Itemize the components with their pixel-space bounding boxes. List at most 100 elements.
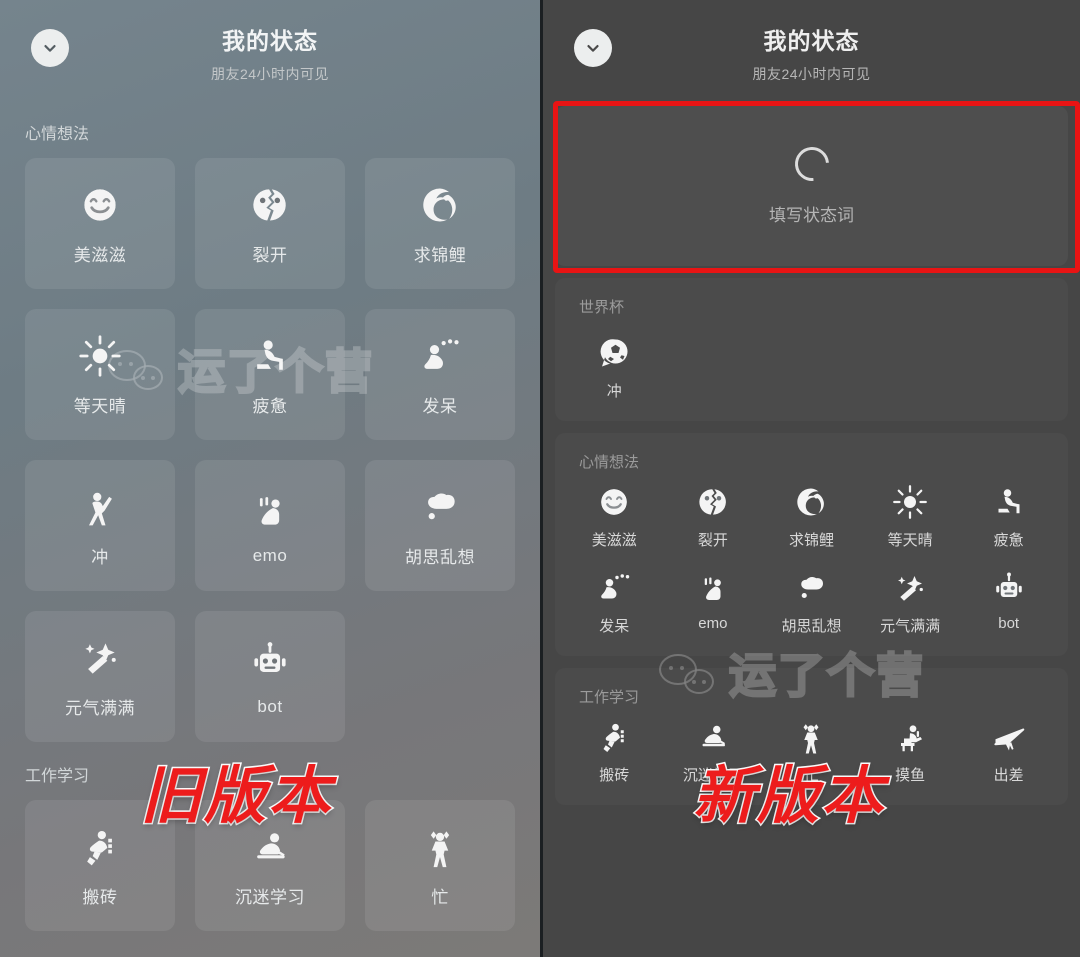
worldcup-group-label: 世界杯 — [579, 299, 625, 316]
status-option-label: 元气满满 — [880, 618, 941, 635]
status-option-label: 元气满满 — [65, 699, 135, 718]
robot-icon — [991, 566, 1027, 606]
old-section-label-mood: 心情想法 — [25, 126, 90, 143]
status-option-label: 疲惫 — [252, 397, 288, 416]
crouching-person-icon — [695, 566, 731, 606]
status-option-label: 搬砖 — [599, 767, 630, 784]
airplane-icon — [991, 715, 1027, 755]
status-option-item[interactable]: 摸鱼 — [861, 715, 960, 785]
old-title-block: 我的状态 朋友24小时内可见 — [0, 0, 540, 84]
tired-person-icon — [991, 480, 1027, 520]
status-option-item[interactable]: 胡思乱想 — [762, 566, 861, 636]
status-option-item[interactable]: 美滋滋 — [565, 480, 664, 550]
status-option-label: 冲 — [606, 383, 622, 400]
mood-group-label: 心情想法 — [579, 454, 640, 471]
studying-person-icon — [248, 823, 292, 869]
status-option-card[interactable]: 求锦鲤 — [365, 158, 515, 289]
thought-cloud-icon — [418, 483, 462, 529]
status-option-card[interactable]: 等天晴 — [25, 309, 175, 440]
status-option-label: 等天晴 — [887, 532, 933, 549]
cracked-face-icon — [248, 181, 292, 227]
old-version-panel: 我的状态 朋友24小时内可见 心情想法 美滋滋 裂开 求锦鲤等天晴 疲惫 发呆冲 emo 胡… — [0, 0, 540, 957]
work-group: 工作学习 搬砖 沉迷学习 忙 摸鱼 出差 — [555, 668, 1068, 805]
koi-fish-icon — [418, 181, 462, 227]
status-option-card[interactable]: 忙 — [365, 800, 515, 931]
status-option-item[interactable]: 求锦鲤 — [762, 480, 861, 550]
status-option-card[interactable]: 美滋滋 — [25, 158, 175, 289]
new-version-panel: 我的状态 朋友24小时内可见 填写状态词 世界杯 冲 心情想法 美滋滋 裂开 求锦鲤… — [540, 0, 1080, 957]
status-option-item[interactable]: 沉迷学习 — [664, 715, 763, 785]
status-option-card[interactable]: bot — [195, 611, 345, 742]
status-option-label: 出差 — [993, 767, 1024, 784]
status-option-card[interactable]: 发呆 — [365, 309, 515, 440]
status-option-card[interactable]: 沉迷学习 — [195, 800, 345, 931]
back-button-old[interactable] — [31, 29, 69, 67]
old-section-label-work: 工作学习 — [25, 768, 90, 785]
status-option-card[interactable]: emo — [195, 460, 345, 591]
sun-icon — [892, 480, 928, 520]
magic-wand-star-icon — [78, 634, 122, 680]
status-word-input-label: 填写状态词 — [769, 205, 854, 225]
status-option-card[interactable]: 搬砖 — [25, 800, 175, 931]
work-group-label: 工作学习 — [579, 689, 640, 706]
status-option-item[interactable]: 疲惫 — [959, 480, 1058, 550]
status-option-item[interactable]: 冲 — [565, 331, 664, 401]
status-option-item[interactable]: bot — [959, 566, 1058, 636]
thought-cloud-icon — [793, 566, 829, 606]
status-option-item[interactable]: 等天晴 — [861, 480, 960, 550]
status-picker-comparison-screenshot: 我的状态 朋友24小时内可见 心情想法 美滋滋 裂开 求锦鲤 等天晴 疲惫 发呆冲 emo 胡… — [0, 0, 1080, 957]
status-option-label: 等天晴 — [73, 397, 127, 416]
smiley-face-icon — [78, 181, 122, 227]
worldcup-grid: 冲 — [565, 331, 1058, 401]
chevron-down-icon — [41, 39, 59, 57]
smiley-face-icon — [596, 480, 632, 520]
status-option-card[interactable]: 元气满满 — [25, 611, 175, 742]
studying-person-icon — [695, 715, 731, 755]
carrying-bricks-icon — [78, 823, 122, 869]
status-option-card[interactable]: 疲惫 — [195, 309, 345, 440]
status-option-label: 发呆 — [599, 618, 630, 635]
status-word-input-card[interactable]: 填写状态词 — [555, 106, 1068, 266]
status-option-item[interactable]: 元气满满 — [861, 566, 960, 636]
status-option-label: 胡思乱想 — [405, 548, 475, 567]
status-option-item[interactable]: 发呆 — [565, 566, 664, 636]
old-work-grid: 搬砖 沉迷学习 忙 — [0, 800, 540, 931]
status-option-label: emo — [698, 615, 728, 632]
status-option-label: 疲惫 — [993, 532, 1024, 549]
status-option-item[interactable]: 忙 — [762, 715, 861, 785]
back-button-new[interactable] — [574, 29, 612, 67]
status-option-item[interactable]: 裂开 — [664, 480, 763, 550]
busy-person-icon — [418, 823, 462, 869]
status-option-label: 胡思乱想 — [781, 618, 842, 635]
new-body: 填写状态词 世界杯 冲 心情想法 美滋滋 裂开 求锦鲤 等天晴 疲惫发呆 emo 胡思乱想 元… — [543, 106, 1080, 805]
status-option-label: 摸鱼 — [895, 767, 926, 784]
status-option-label: bot — [998, 615, 1020, 632]
status-option-item[interactable]: 搬砖 — [565, 715, 664, 785]
status-option-label: 发呆 — [422, 397, 458, 416]
work-grid: 搬砖 沉迷学习 忙 摸鱼 出差 — [565, 715, 1058, 785]
koi-fish-icon — [793, 480, 829, 520]
chevron-down-icon — [584, 39, 602, 57]
status-option-label: bot — [257, 696, 283, 716]
status-option-label: 沉迷学习 — [682, 767, 743, 784]
page-subtitle-new: 朋友24小时内可见 — [752, 66, 871, 82]
page-title-new: 我的状态 — [763, 28, 860, 54]
status-option-card[interactable]: 裂开 — [195, 158, 345, 289]
daydream-person-icon — [596, 566, 632, 606]
sun-icon — [78, 332, 122, 378]
status-option-label: 美滋滋 — [591, 532, 637, 549]
new-header: 我的状态 朋友24小时内可见 — [543, 0, 1080, 100]
daydream-person-icon — [418, 332, 462, 378]
status-option-label: 沉迷学习 — [235, 888, 305, 907]
status-option-card[interactable]: 冲 — [25, 460, 175, 591]
tired-person-icon — [248, 332, 292, 378]
mood-group: 心情想法 美滋滋 裂开 求锦鲤 等天晴 疲惫发呆 emo 胡思乱想 元气满满 bot — [555, 433, 1068, 656]
status-option-item[interactable]: emo — [664, 566, 763, 636]
status-option-item[interactable]: 出差 — [959, 715, 1058, 785]
status-option-label: 裂开 — [252, 246, 288, 265]
status-option-card[interactable]: 胡思乱想 — [365, 460, 515, 591]
status-option-label: 求锦鲤 — [413, 246, 467, 265]
robot-icon — [248, 637, 292, 683]
old-header: 我的状态 朋友24小时内可见 — [0, 0, 540, 100]
status-option-label: emo — [252, 545, 288, 565]
